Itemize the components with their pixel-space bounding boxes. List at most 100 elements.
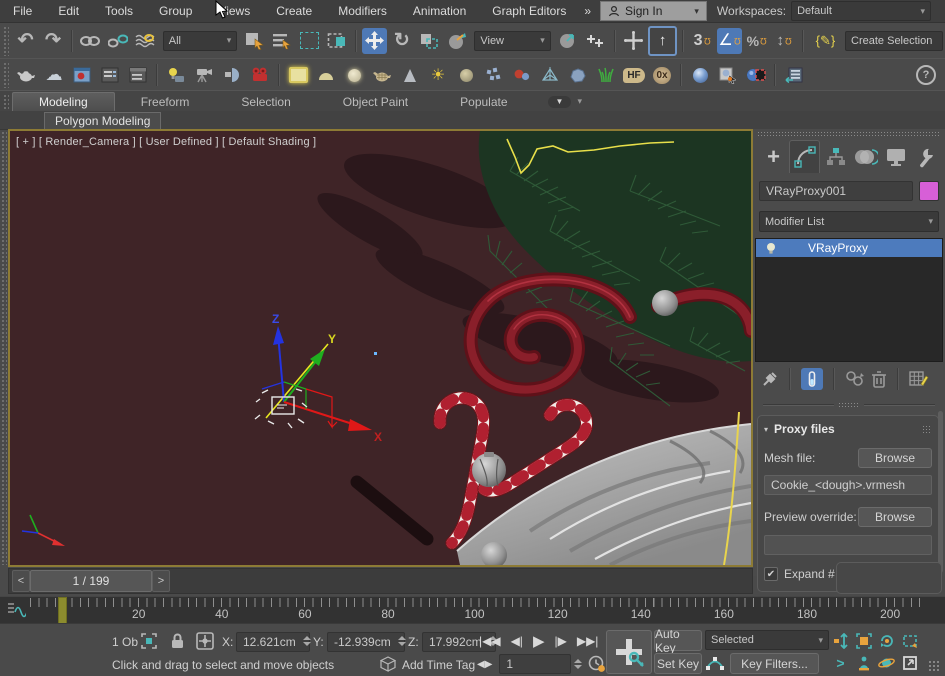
tab-modify[interactable]	[789, 140, 820, 173]
track-bar[interactable]: 20406080100120140160180200	[0, 596, 945, 624]
vray-dome-light-icon[interactable]	[313, 62, 339, 88]
vray-metaball-icon[interactable]	[509, 62, 535, 88]
auto-key-button[interactable]: Auto Key	[654, 630, 702, 651]
configure-modifier-sets-icon[interactable]	[909, 370, 929, 388]
vray-dome-camera-icon[interactable]	[219, 62, 245, 88]
vray-light-lister-icon[interactable]	[125, 62, 151, 88]
menu-modifiers[interactable]: Modifiers	[325, 1, 400, 21]
menu-file[interactable]: File	[0, 1, 45, 21]
vray-override-material-icon[interactable]	[743, 62, 769, 88]
preview-browse-button[interactable]: Browse	[858, 507, 932, 527]
y-coordinate-field[interactable]: -12.939cm	[327, 632, 405, 652]
ribbon-drag-handle[interactable]	[3, 94, 9, 110]
add-time-tag[interactable]: Add Time Tag	[402, 658, 475, 672]
toolbar-drag-handle[interactable]	[3, 26, 9, 56]
set-keys-button[interactable]	[606, 630, 652, 674]
percent-snap-toggle[interactable]: %Ω	[744, 28, 769, 54]
vray-stereo-camera-icon[interactable]	[247, 62, 273, 88]
truck-camera-icon[interactable]	[853, 653, 874, 672]
vray-sun-icon[interactable]: ☀	[425, 62, 451, 88]
time-slider-handle[interactable]: 1 / 199	[30, 570, 152, 592]
menu-create[interactable]: Create	[263, 1, 325, 21]
select-and-scale-button[interactable]	[417, 28, 442, 54]
make-unique-icon[interactable]	[845, 370, 865, 388]
mesh-file-browse-button[interactable]: Browse	[858, 448, 932, 468]
selection-filter-dropdown[interactable]: All ▾	[163, 31, 237, 51]
fov-icon[interactable]: >	[830, 653, 851, 672]
menu-overflow-icon[interactable]: »	[579, 1, 596, 21]
next-frame-button[interactable]: >	[152, 570, 170, 592]
vray-plane-light-icon[interactable]	[285, 62, 311, 88]
vray-scatter-icon[interactable]	[481, 62, 507, 88]
vray-material-picker-icon[interactable]	[715, 62, 741, 88]
pin-stack-icon[interactable]	[761, 370, 779, 388]
x-spinner[interactable]	[303, 632, 311, 650]
tab-populate[interactable]: Populate	[434, 93, 533, 111]
spinner-snap-toggle[interactable]: ↕Ω	[771, 28, 796, 54]
default-tangent-button[interactable]	[705, 653, 725, 675]
ribbon-minimize-button[interactable]: ▼	[548, 96, 572, 108]
unlink-selection-icon[interactable]	[105, 28, 130, 54]
vray-stone-icon[interactable]	[565, 62, 591, 88]
tab-motion[interactable]	[852, 141, 881, 173]
vray-frame-buffer-icon[interactable]	[69, 62, 95, 88]
toolbar-drag-handle[interactable]	[3, 62, 9, 88]
roll-camera-icon[interactable]	[876, 631, 897, 650]
selection-lock-toggle[interactable]	[170, 632, 185, 653]
orbit-camera-icon[interactable]	[876, 653, 897, 672]
rectangular-selection-region-icon[interactable]	[297, 28, 322, 54]
vray-material-lister-icon[interactable]	[97, 62, 123, 88]
modifier-stack[interactable]: VRayProxy	[755, 238, 943, 362]
help-icon[interactable]: ?	[913, 62, 939, 88]
tab-utilities[interactable]	[912, 141, 941, 173]
zoom-extents-all-icon[interactable]	[853, 631, 874, 650]
time-configuration-button[interactable]	[588, 655, 606, 673]
named-selection-field[interactable]: Create Selection	[845, 31, 943, 51]
lightbulb-icon[interactable]	[764, 241, 778, 255]
vray-cloud-icon[interactable]: ☁	[41, 62, 67, 88]
y-spinner[interactable]	[398, 632, 406, 650]
tab-modeling[interactable]: Modeling	[12, 92, 115, 111]
bind-to-space-warp-icon[interactable]	[132, 28, 157, 54]
rollup-separator[interactable]	[763, 402, 935, 407]
frame-spinner[interactable]	[574, 659, 582, 669]
maximize-viewport-icon[interactable]	[899, 653, 920, 672]
move-gizmo[interactable]: Z Y X	[255, 312, 382, 444]
tab-hierarchy[interactable]	[821, 141, 850, 173]
panel-drag-handle[interactable]	[757, 131, 941, 137]
ornatrix-icon[interactable]: 0x	[649, 62, 675, 88]
current-frame-marker[interactable]	[58, 597, 67, 625]
use-pivot-center-icon[interactable]	[556, 28, 581, 54]
redo-icon[interactable]: ↷	[40, 28, 65, 54]
hair-and-fur-icon[interactable]: HF	[621, 62, 647, 88]
modifier-list-dropdown[interactable]: Modifier List ▾	[759, 211, 939, 232]
snap-3d-toggle[interactable]: 3Ω	[689, 28, 714, 54]
preview-override-field[interactable]	[764, 535, 932, 555]
rollout-header[interactable]: ▾ Proxy files	[764, 420, 932, 438]
dolly-camera-icon[interactable]	[830, 631, 851, 650]
x-coordinate-field[interactable]: 12.621cm	[236, 632, 310, 652]
go-to-start-button[interactable]: |◀◀	[474, 632, 506, 650]
vray-material-icon[interactable]	[687, 62, 713, 88]
isolate-selection-icon[interactable]	[380, 656, 396, 675]
vray-physical-camera-icon[interactable]	[191, 62, 217, 88]
menu-graph-editors[interactable]: Graph Editors	[479, 1, 579, 21]
workspaces-dropdown[interactable]: Default ▾	[791, 1, 931, 21]
menu-animation[interactable]: Animation	[400, 1, 479, 21]
menu-tools[interactable]: Tools	[92, 1, 146, 21]
rollout-grip[interactable]	[922, 425, 932, 433]
object-color-swatch[interactable]	[919, 181, 939, 201]
go-to-end-button[interactable]: ▶▶|	[572, 632, 604, 650]
zoom-region-icon[interactable]	[899, 631, 920, 650]
vray-light-icon[interactable]	[163, 62, 189, 88]
viewport[interactable]: Z Y X	[8, 129, 753, 567]
vray-clipper-icon[interactable]	[537, 62, 563, 88]
tab-freeform[interactable]: Freeform	[115, 93, 216, 111]
sign-in-dropdown[interactable]: Sign In ▾	[600, 1, 707, 21]
selection-lock-region-icon[interactable]	[140, 632, 158, 653]
angle-snap-toggle[interactable]: ∠Ω	[717, 28, 742, 54]
window-resize-grip[interactable]	[928, 660, 940, 672]
snaps-toggle-icon[interactable]	[621, 28, 646, 54]
select-and-move-button[interactable]	[362, 28, 387, 54]
play-button[interactable]: ▶	[528, 630, 550, 652]
